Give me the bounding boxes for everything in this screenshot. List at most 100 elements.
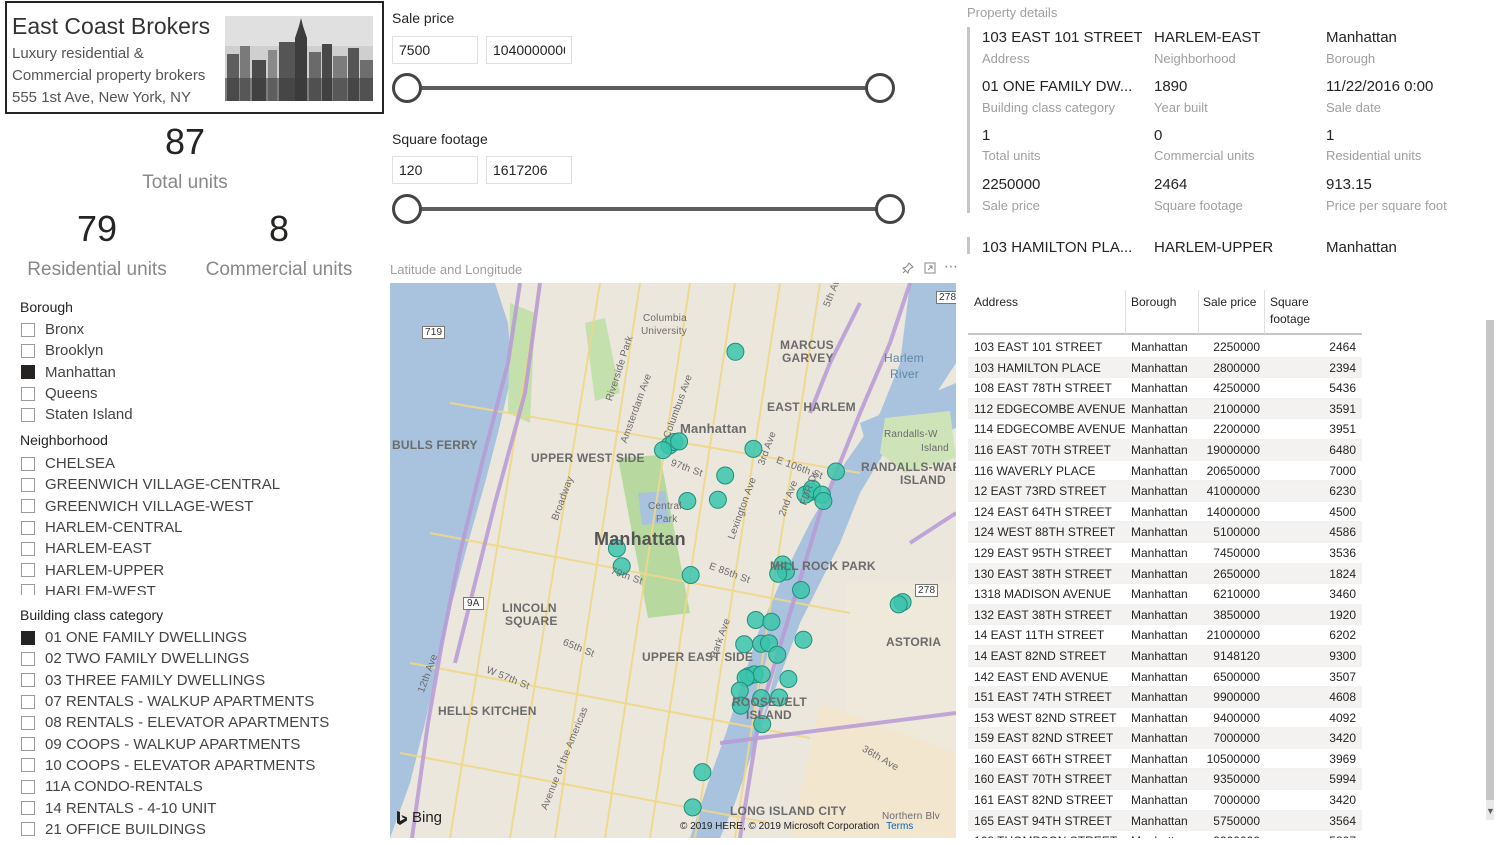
checkbox-icon[interactable] <box>21 456 35 471</box>
pin-icon[interactable] <box>901 262 914 277</box>
borough-item[interactable]: Brooklyn <box>20 340 360 361</box>
table-row[interactable]: 1318 MADISON AVENUE Manhattan 6210000 3460 <box>968 584 1362 605</box>
table-row[interactable]: 114 EDGECOMBE AVENUE Manhattan 2200000 3951 <box>968 419 1362 440</box>
checkbox-icon[interactable] <box>21 630 35 645</box>
neighborhood-item[interactable]: GREENWICH VILLAGE-WEST <box>20 496 360 517</box>
checkbox-icon[interactable] <box>21 822 35 837</box>
table-row[interactable]: 124 EAST 64TH STREET Manhattan 14000000 450… <box>968 502 1362 523</box>
table-row[interactable]: 14 EAST 82ND STREET Manhattan 9148120 9300 <box>968 645 1362 667</box>
map-marker[interactable] <box>779 670 798 688</box>
table-row[interactable]: 160 EAST 66TH STREET Manhattan 10500000 396… <box>968 749 1362 770</box>
scroll-down-arrow-icon[interactable]: ▼ <box>1486 806 1495 816</box>
column-header-address[interactable]: Address <box>974 294 1018 311</box>
map-marker[interactable] <box>654 441 672 460</box>
checkbox-icon[interactable] <box>21 779 35 794</box>
neighborhood-item[interactable]: HARLEM-WEST <box>20 581 360 595</box>
table-row[interactable]: 116 EAST 70TH STREET Manhattan 19000000 648… <box>968 439 1362 461</box>
borough-item[interactable]: Manhattan <box>20 362 360 383</box>
building-class-item[interactable]: 01 ONE FAMILY DWELLINGS <box>20 627 360 648</box>
table-row[interactable]: 151 EAST 74TH STREET Manhattan 9900000 4608 <box>968 687 1362 708</box>
neighborhood-item[interactable]: HARLEM-EAST <box>20 538 360 559</box>
checkbox-icon[interactable] <box>21 584 35 595</box>
table-scrollbar[interactable] <box>1486 320 1494 820</box>
checkbox-icon[interactable] <box>21 477 35 492</box>
table-row[interactable]: 124 WEST 88TH STREET Manhattan 5100000 4586 <box>968 522 1362 543</box>
column-header-square-footage[interactable]: Square footage <box>1270 294 1330 328</box>
checkbox-icon[interactable] <box>21 758 35 773</box>
map-marker[interactable] <box>768 645 787 664</box>
table-row[interactable]: 12 EAST 73RD STREET Manhattan 41000000 6230 <box>968 481 1362 502</box>
neighborhood-item[interactable]: HARLEM-CENTRAL <box>20 517 360 538</box>
column-header-sale-price[interactable]: Sale price <box>1203 294 1256 311</box>
checkbox-icon[interactable] <box>21 694 35 709</box>
neighborhood-item[interactable]: CHELSEA <box>20 453 360 474</box>
table-row[interactable]: 116 WAVERLY PLACE Manhattan 20650000 7000 <box>968 461 1362 482</box>
sale-price-max-input[interactable] <box>486 36 572 64</box>
checkbox-icon[interactable] <box>21 563 35 578</box>
building-class-item[interactable]: 21 OFFICE BUILDINGS <box>20 819 360 840</box>
map-marker[interactable] <box>794 630 813 649</box>
checkbox-icon[interactable] <box>21 651 35 666</box>
table-row[interactable]: 161 EAST 82ND STREET Manhattan 7000000 3420 <box>968 790 1362 811</box>
table-row[interactable]: 165 EAST 94TH STREET Manhattan 5750000 3564 <box>968 810 1362 832</box>
checkbox-icon[interactable] <box>21 801 35 816</box>
checkbox-icon[interactable] <box>21 407 35 422</box>
building-class-item[interactable]: 08 RENTALS - ELEVATOR APARTMENTS <box>20 712 360 733</box>
table-row[interactable]: 103 EAST 101 STREET Manhattan 2250000 2464 <box>968 337 1362 358</box>
map-marker[interactable] <box>716 466 735 485</box>
table-row[interactable]: 159 EAST 82ND STREET Manhattan 7000000 3420 <box>968 728 1362 749</box>
building-class-item[interactable]: 11A CONDO-RENTALS <box>20 776 360 797</box>
table-scrollbar-thumb[interactable] <box>1486 320 1494 800</box>
map-visual[interactable]: Columbia University MARCUS GARVEY Harlem… <box>390 283 956 838</box>
table-row[interactable]: 103 HAMILTON PLACE Manhattan 2800000 2394 <box>968 357 1362 379</box>
map-marker[interactable] <box>827 462 845 481</box>
table-row[interactable]: 168 THOMPSON STREET Manhattan 9900000 5807 <box>968 831 1362 838</box>
building-class-item[interactable]: 10 COOPS - ELEVATOR APARTMENTS <box>20 755 360 776</box>
map-terms-link[interactable]: Terms <box>886 821 913 832</box>
map-marker[interactable] <box>814 492 833 510</box>
borough-item[interactable]: Staten Island <box>20 404 360 425</box>
building-class-item[interactable]: 14 RENTALS - 4-10 UNIT <box>20 797 360 818</box>
square-footage-min-input[interactable] <box>392 156 478 184</box>
sale-price-min-handle[interactable] <box>392 73 422 103</box>
building-class-item[interactable]: 03 THREE FAMILY DWELLINGS <box>20 670 360 691</box>
checkbox-icon[interactable] <box>21 343 35 358</box>
map-marker[interactable] <box>889 595 908 614</box>
neighborhood-item[interactable]: HARLEM-UPPER <box>20 559 360 580</box>
checkbox-icon[interactable] <box>21 541 35 556</box>
checkbox-icon[interactable] <box>21 737 35 752</box>
square-footage-min-handle[interactable] <box>392 194 422 224</box>
checkbox-icon[interactable] <box>21 365 35 380</box>
column-header-borough[interactable]: Borough <box>1131 294 1176 311</box>
checkbox-icon[interactable] <box>21 715 35 730</box>
table-row[interactable]: 112 EDGECOMBE AVENUE Manhattan 2100000 3591 <box>968 398 1362 420</box>
checkbox-icon[interactable] <box>21 673 35 688</box>
borough-item[interactable]: Bronx <box>20 319 360 340</box>
checkbox-icon[interactable] <box>21 499 35 514</box>
map-marker[interactable] <box>792 581 810 599</box>
map-marker[interactable] <box>683 798 702 817</box>
map-marker[interactable] <box>693 763 712 782</box>
building-class-item[interactable]: 07 RENTALS - WALKUP APARTMENTS <box>20 691 360 712</box>
table-row[interactable]: 14 EAST 11TH STREET Manhattan 21000000 6202 <box>968 625 1362 646</box>
table-row[interactable]: 130 EAST 38TH STREET Manhattan 2650000 1824 <box>968 563 1362 585</box>
more-options-icon[interactable]: ⋯ <box>944 258 959 275</box>
checkbox-icon[interactable] <box>21 520 35 535</box>
map-marker[interactable] <box>762 612 781 631</box>
building-class-item[interactable]: 09 COOPS - WALKUP APARTMENTS <box>20 733 360 754</box>
checkbox-icon[interactable] <box>21 322 35 337</box>
neighborhood-item[interactable]: GREENWICH VILLAGE-CENTRAL <box>20 474 360 495</box>
square-footage-slider-track[interactable] <box>407 207 890 211</box>
checkbox-icon[interactable] <box>21 386 35 401</box>
sale-price-max-handle[interactable] <box>865 73 895 103</box>
map-marker[interactable] <box>752 665 771 684</box>
square-footage-max-handle[interactable] <box>875 194 905 224</box>
map-marker[interactable] <box>681 566 700 584</box>
sale-price-min-input[interactable] <box>392 36 478 64</box>
map-marker[interactable] <box>726 342 745 361</box>
table-row[interactable]: 132 EAST 38TH STREET Manhattan 3850000 1920 <box>968 604 1362 626</box>
table-row[interactable]: 153 WEST 82ND STREET Manhattan 9400000 4092 <box>968 708 1362 729</box>
table-row[interactable]: 108 EAST 78TH STREET Manhattan 4250000 5436 <box>968 378 1362 399</box>
map-marker[interactable] <box>746 611 765 629</box>
focus-mode-icon[interactable] <box>924 262 936 277</box>
